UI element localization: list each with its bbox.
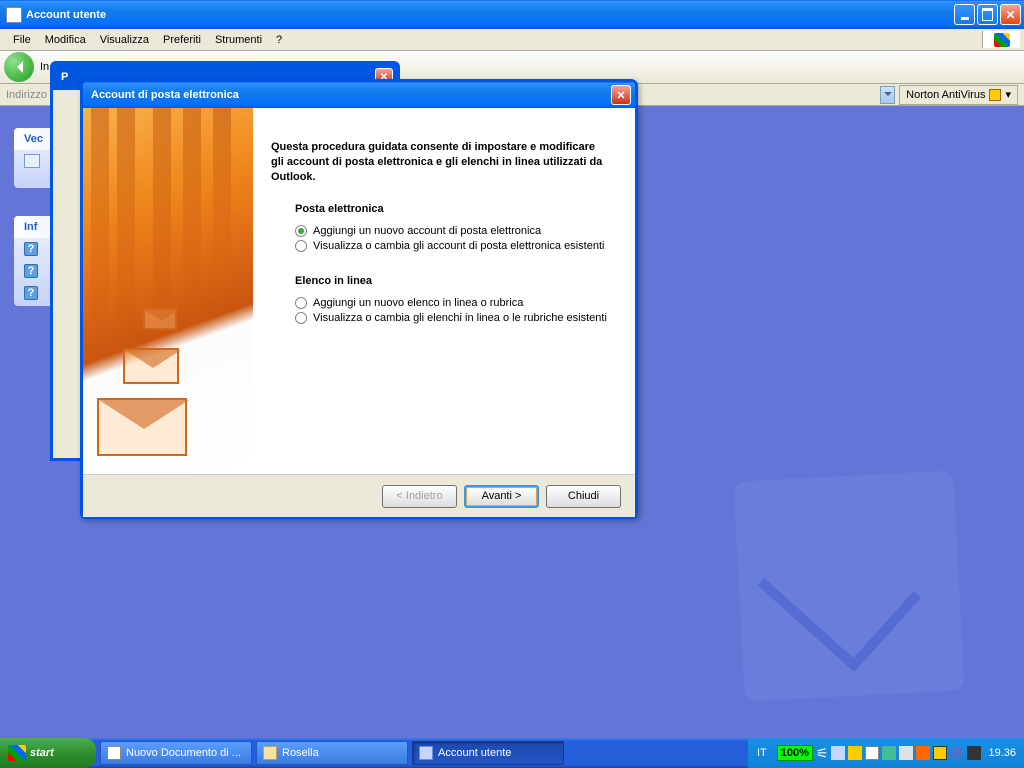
power-plug-icon[interactable]: ⚟ (816, 745, 829, 762)
close-button[interactable] (1000, 4, 1021, 25)
tray-icon[interactable] (933, 746, 947, 760)
help-icon: ? (24, 286, 38, 300)
menu-help[interactable]: ? (269, 31, 289, 49)
wizard-title: Account di posta elettronica (91, 89, 239, 101)
radio-view-email-accounts[interactable]: Visualizza o cambia gli account di posta… (295, 240, 607, 252)
radio-add-directory[interactable]: Aggiungi un nuovo elenco in linea o rubr… (295, 297, 607, 309)
wizard-footer: < Indietro Avanti > Chiudi (83, 475, 635, 517)
envelope-icon (143, 308, 177, 330)
clock[interactable]: 19.36 (988, 747, 1016, 759)
radio-label: Aggiungi un nuovo account di posta elett… (313, 225, 541, 237)
help-icon: ? (24, 242, 38, 256)
radio-icon (295, 225, 307, 237)
norton-icon (989, 89, 1001, 101)
windows-flag-icon[interactable] (982, 31, 1020, 48)
control-panel-icon (419, 746, 433, 760)
task-label: Nuovo Documento di ... (126, 747, 241, 759)
address-label: Indirizzo (6, 89, 47, 101)
radio-view-directories[interactable]: Visualizza o cambia gli elenchi in linea… (295, 312, 607, 324)
radio-add-email-account[interactable]: Aggiungi un nuovo account di posta elett… (295, 225, 607, 237)
radio-label: Visualizza o cambia gli account di posta… (313, 240, 604, 252)
radio-icon (295, 297, 307, 309)
document-icon (107, 746, 121, 760)
norton-dropdown-icon: ▾ (1005, 88, 1011, 101)
menu-visualizza[interactable]: Visualizza (93, 31, 156, 49)
back-button: < Indietro (382, 485, 457, 508)
maximize-button[interactable] (977, 4, 998, 25)
folder-icon (263, 746, 277, 760)
battery-indicator[interactable]: 100% (777, 745, 813, 761)
app-icon (6, 7, 22, 23)
system-tray: IT 100% ⚟ 19.36 (748, 738, 1024, 768)
mail-icon (24, 154, 40, 168)
tray-icon[interactable] (967, 746, 981, 760)
wizard-titlebar[interactable]: Account di posta elettronica (83, 82, 635, 108)
taskbar-item-document[interactable]: Nuovo Documento di ... (100, 741, 252, 765)
window-title: Account utente (26, 9, 954, 21)
envelope-icon (97, 398, 187, 456)
start-button[interactable]: start (0, 738, 96, 768)
task-label: Rosella (282, 747, 319, 759)
radio-label: Visualizza o cambia gli elenchi in linea… (313, 312, 607, 324)
menubar: File Modifica Visualizza Preferiti Strum… (0, 29, 1024, 51)
back-button[interactable] (4, 52, 34, 82)
norton-toolbar[interactable]: Norton AntiVirus ▾ (899, 85, 1018, 105)
background-dialog-title: P (61, 71, 68, 83)
back-label-fragment: In (40, 61, 49, 73)
norton-label: Norton AntiVirus (906, 89, 985, 101)
close-button[interactable]: Chiudi (546, 485, 621, 508)
tray-icon[interactable] (950, 746, 964, 760)
taskbar-item-account-utente[interactable]: Account utente (412, 741, 564, 765)
windows-logo-icon (8, 745, 26, 761)
minimize-button[interactable] (954, 4, 975, 25)
menu-modifica[interactable]: Modifica (38, 31, 93, 49)
tray-icon[interactable] (899, 746, 913, 760)
tray-icon[interactable] (831, 746, 845, 760)
menu-file[interactable]: File (6, 31, 38, 49)
address-dropdown-button[interactable] (880, 86, 895, 104)
email-section-header: Posta elettronica (295, 203, 607, 215)
tray-icon[interactable] (848, 746, 862, 760)
taskbar: start Nuovo Documento di ... Rosella Acc… (0, 738, 1024, 768)
wizard-description: Questa procedura guidata consente di imp… (271, 140, 607, 185)
menu-strumenti[interactable]: Strumenti (208, 31, 269, 49)
task-label: Account utente (438, 747, 511, 759)
radio-icon (295, 312, 307, 324)
next-button[interactable]: Avanti > (464, 485, 539, 508)
wizard-content: Questa procedura guidata consente di imp… (253, 108, 635, 474)
tray-icon[interactable] (865, 746, 879, 760)
titlebar[interactable]: Account utente (0, 0, 1024, 29)
start-label: start (30, 747, 54, 759)
wizard-close-button[interactable] (611, 85, 631, 105)
help-icon: ? (24, 264, 38, 278)
envelope-icon (123, 348, 179, 384)
radio-label: Aggiungi un nuovo elenco in linea o rubr… (313, 297, 523, 309)
control-panel-graphic (733, 470, 964, 701)
email-accounts-wizard: Account di posta elettronica Questa proc… (80, 79, 638, 519)
wizard-sidebar-art (83, 108, 253, 474)
tray-icon[interactable] (882, 746, 896, 760)
taskbar-item-folder[interactable]: Rosella (256, 741, 408, 765)
radio-icon (295, 240, 307, 252)
language-indicator[interactable]: IT (754, 746, 770, 760)
wizard-body: Questa procedura guidata consente di imp… (83, 108, 635, 475)
menu-preferiti[interactable]: Preferiti (156, 31, 208, 49)
tray-icon[interactable] (916, 746, 930, 760)
directory-section-header: Elenco in linea (295, 275, 607, 287)
